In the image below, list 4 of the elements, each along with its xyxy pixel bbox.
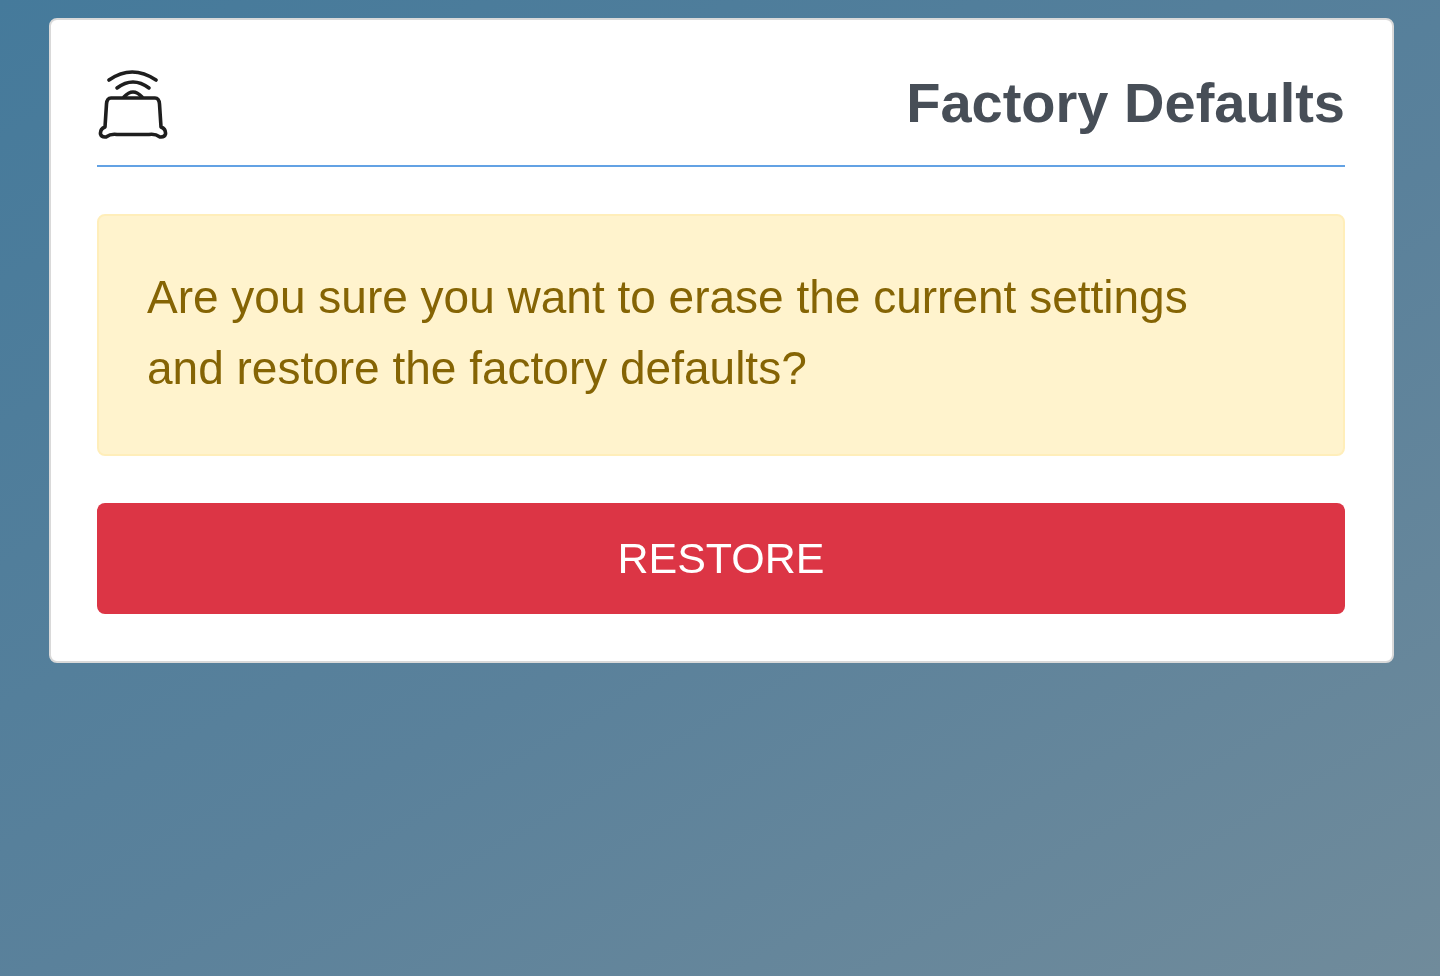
restore-button[interactable]: RESTORE [97,503,1345,614]
router-icon [97,67,169,139]
page-title: Factory Defaults [906,70,1345,136]
warning-message: Are you sure you want to erase the current settings and restore the factory defaults? [147,270,1189,396]
